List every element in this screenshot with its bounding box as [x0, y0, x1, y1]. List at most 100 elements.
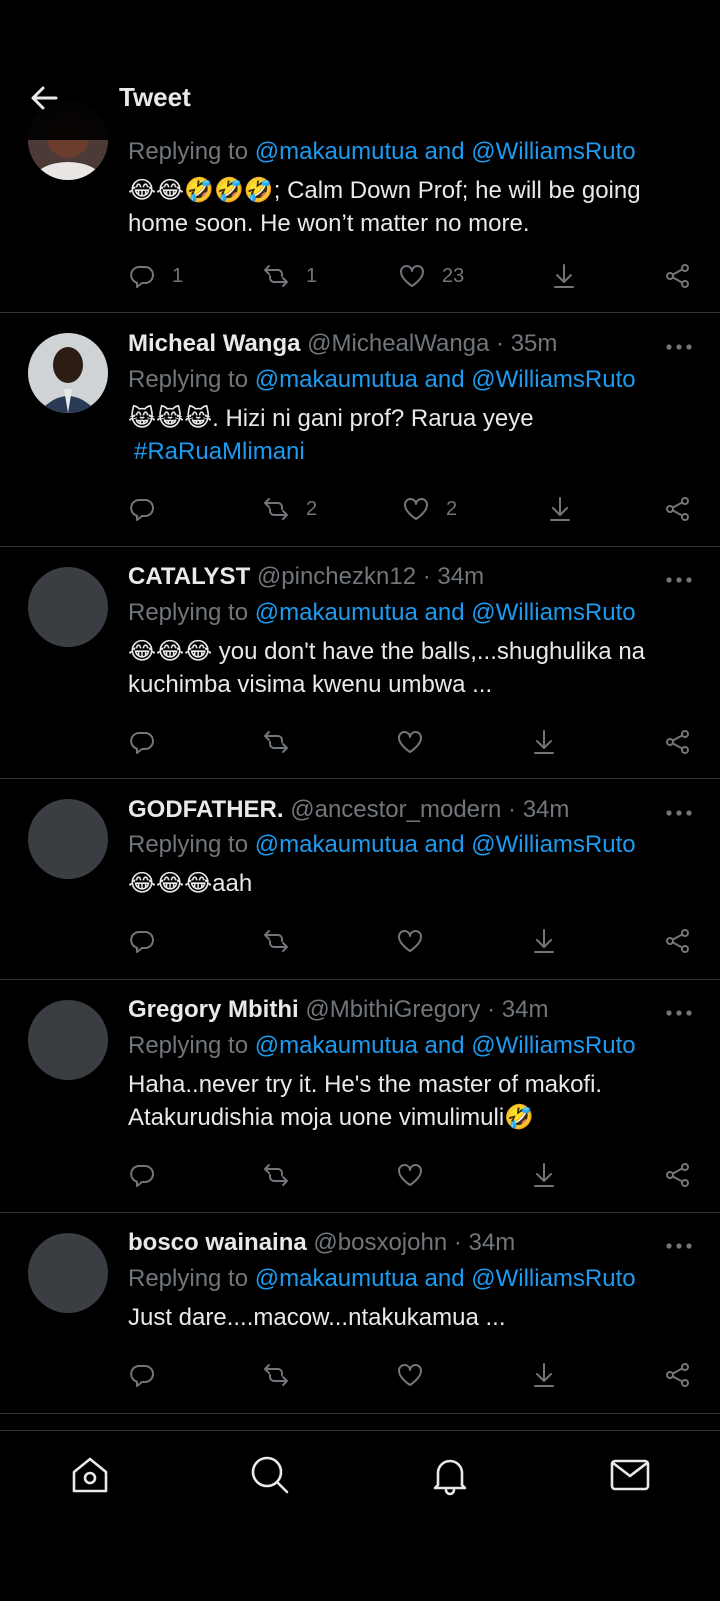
- home-icon: [72, 1457, 108, 1493]
- more-horizontal-icon: [666, 344, 692, 350]
- user-handle[interactable]: @ancestor_modern: [290, 796, 501, 823]
- share-button[interactable]: [664, 1355, 692, 1395]
- replying-label: Replying to: [128, 1265, 255, 1292]
- avatar[interactable]: [28, 567, 108, 647]
- replying-label: Replying to: [128, 599, 255, 626]
- share-icon: [666, 264, 689, 288]
- tweet-item[interactable]: Gregory Mbithi @MbithiGregory · 34m Repl…: [0, 980, 720, 1213]
- tweet-header: GODFATHER. @ancestor_modern · 34m: [128, 796, 569, 824]
- download-icon: [534, 730, 554, 754]
- retweet-button[interactable]: [262, 921, 290, 961]
- tweet-text-line: Haha..never try it. He's the master of m…: [128, 1071, 603, 1098]
- mention-link[interactable]: @makaumutua and @WilliamsRuto: [255, 138, 636, 165]
- like-button[interactable]: 2: [402, 489, 457, 529]
- share-button[interactable]: [664, 921, 692, 961]
- reply-button[interactable]: [128, 921, 156, 961]
- nav-notifications[interactable]: [428, 1453, 472, 1497]
- more-button[interactable]: [664, 339, 694, 359]
- retweet-button[interactable]: 2: [262, 489, 317, 529]
- bottom-nav: [0, 1430, 720, 1601]
- reply-button[interactable]: [128, 722, 156, 762]
- nav-messages[interactable]: [608, 1453, 652, 1497]
- nav-search[interactable]: [248, 1453, 292, 1497]
- save-button[interactable]: [530, 1155, 558, 1195]
- reply-button[interactable]: [128, 1355, 156, 1395]
- retweet-button[interactable]: [262, 1155, 290, 1195]
- retweet-count: 1: [306, 264, 318, 287]
- tweet-header: Gregory Mbithi @MbithiGregory · 34m: [128, 996, 548, 1024]
- more-button[interactable]: [664, 572, 694, 592]
- share-icon: [666, 929, 689, 953]
- download-icon: [534, 929, 554, 953]
- like-button[interactable]: 23: [398, 256, 464, 296]
- share-button[interactable]: [664, 722, 692, 762]
- tweet-item[interactable]: bosco wainaina @bosxojohn · 34m Replying…: [0, 1213, 720, 1414]
- avatar-photo: [28, 333, 108, 413]
- comment-icon: [130, 732, 154, 754]
- retweet-count: 2: [306, 497, 318, 520]
- user-handle[interactable]: @bosxojohn: [313, 1229, 447, 1256]
- avatar[interactable]: [28, 333, 108, 413]
- display-name[interactable]: Gregory Mbithi: [128, 996, 299, 1023]
- like-count: 2: [446, 497, 458, 520]
- reply-button[interactable]: [128, 1155, 156, 1195]
- tweet-text: Haha..never try it. He's the master of m…: [128, 1068, 688, 1134]
- mention-link[interactable]: @makaumutua and @WilliamsRuto: [255, 366, 636, 393]
- more-button[interactable]: [664, 1005, 694, 1025]
- save-button[interactable]: [546, 489, 574, 529]
- reply-button[interactable]: 1: [128, 256, 183, 296]
- retweet-icon: [264, 930, 288, 952]
- retweet-button[interactable]: [262, 722, 290, 762]
- reply-button[interactable]: [128, 489, 172, 529]
- display-name[interactable]: GODFATHER.: [128, 796, 284, 823]
- display-name[interactable]: Micheal Wanga: [128, 330, 300, 357]
- like-button[interactable]: [396, 1155, 424, 1195]
- share-button[interactable]: [664, 1155, 692, 1195]
- hashtag-link[interactable]: #RaRuaMlimani: [134, 435, 688, 468]
- more-horizontal-icon: [666, 1010, 692, 1016]
- retweet-button[interactable]: [262, 1355, 290, 1395]
- avatar[interactable]: [28, 799, 108, 879]
- user-handle[interactable]: @MbithiGregory: [305, 996, 480, 1023]
- like-button[interactable]: [396, 722, 424, 762]
- mention-link[interactable]: @makaumutua and @WilliamsRuto: [255, 1265, 636, 1292]
- like-button[interactable]: [396, 1355, 424, 1395]
- download-icon: [534, 1163, 554, 1187]
- save-button[interactable]: [530, 921, 558, 961]
- nav-home[interactable]: [68, 1453, 112, 1497]
- replying-to: Replying to @makaumutua and @WilliamsRut…: [128, 1032, 636, 1060]
- mention-link[interactable]: @makaumutua and @WilliamsRuto: [255, 831, 636, 858]
- back-button[interactable]: [26, 80, 62, 116]
- replying-label: Replying to: [128, 1032, 255, 1059]
- tweet-text-line: 😂😂😂aah: [128, 870, 253, 897]
- more-button[interactable]: [664, 805, 694, 825]
- retweet-icon: [264, 265, 288, 287]
- share-button[interactable]: [664, 256, 692, 296]
- reply-count: 1: [172, 264, 184, 287]
- avatar[interactable]: [28, 1233, 108, 1313]
- save-button[interactable]: [530, 1355, 558, 1395]
- avatar[interactable]: [28, 1000, 108, 1080]
- retweet-button[interactable]: 1: [262, 256, 317, 296]
- tweet-item[interactable]: CATALYST @pinchezkn12 · 34m Replying to …: [0, 546, 720, 779]
- user-handle[interactable]: @pinchezkn12: [257, 563, 416, 590]
- search-icon: [251, 1456, 289, 1494]
- more-button[interactable]: [664, 1238, 694, 1258]
- tweet-item[interactable]: GODFATHER. @ancestor_modern · 34m Replyi…: [0, 779, 720, 980]
- display-name[interactable]: bosco wainaina: [128, 1229, 307, 1256]
- save-button[interactable]: [550, 256, 578, 296]
- user-handle[interactable]: @MichealWanga: [307, 330, 489, 357]
- timestamp: · 34m: [453, 1229, 516, 1256]
- mention-link[interactable]: @makaumutua and @WilliamsRuto: [255, 1032, 636, 1059]
- replying-to: Replying to @makaumutua and @WilliamsRut…: [128, 366, 636, 394]
- timestamp: · 34m: [422, 563, 485, 590]
- tweet-item[interactable]: Micheal Wanga @MichealWanga · 35m Replyi…: [0, 313, 720, 547]
- comment-icon: [130, 931, 154, 953]
- tweet-actions: [0, 921, 720, 961]
- share-button[interactable]: [664, 489, 692, 529]
- save-button[interactable]: [530, 722, 558, 762]
- mention-link[interactable]: @makaumutua and @WilliamsRuto: [255, 599, 636, 626]
- like-button[interactable]: [396, 921, 424, 961]
- comment-icon: [130, 1165, 154, 1187]
- display-name[interactable]: CATALYST: [128, 563, 250, 590]
